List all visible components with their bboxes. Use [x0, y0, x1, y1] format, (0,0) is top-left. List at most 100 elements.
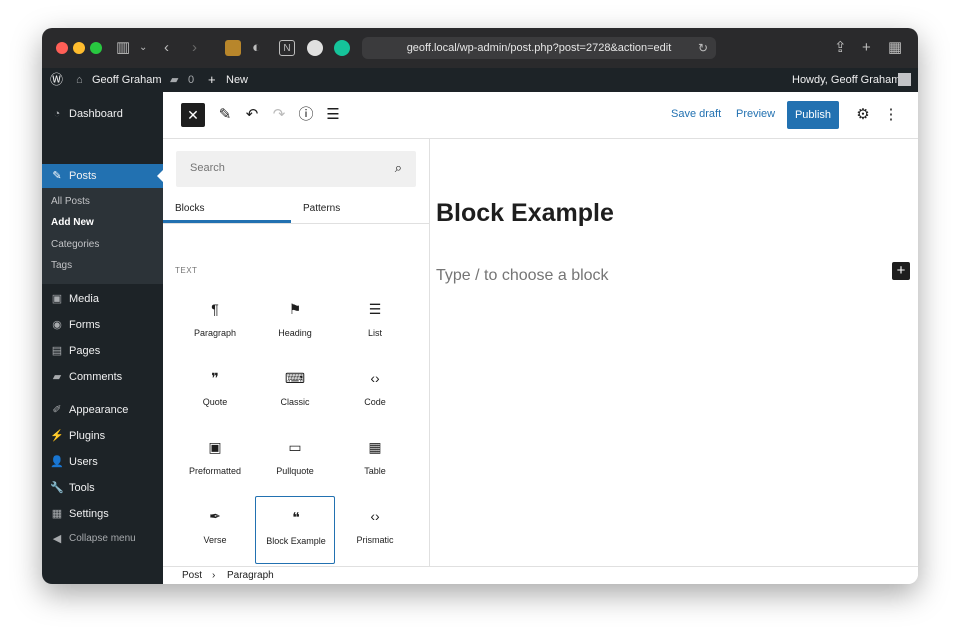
block-table[interactable]: ▦ Table [335, 427, 415, 495]
sidebar-item-dashboard[interactable]: ◔ Dashboard [42, 104, 163, 124]
publish-button[interactable]: Publish [787, 101, 839, 129]
block-pullquote[interactable]: ▭ Pullquote [255, 427, 335, 495]
sidebar-item-tools[interactable]: 🔧 Tools [42, 478, 163, 498]
sidebar-item-plugins[interactable]: ⚡ Plugins [42, 426, 163, 446]
add-block-button[interactable]: + [892, 262, 910, 280]
redo-icon[interactable]: ↷ [269, 104, 289, 126]
plug-icon: ⚡ [50, 430, 64, 442]
submenu-all-posts[interactable]: All Posts [51, 196, 90, 207]
block-prismatic[interactable]: ‹› Prismatic [335, 496, 415, 564]
sidebar-item-comments[interactable]: ▰ Comments [42, 367, 163, 387]
forward-icon[interactable]: › [192, 39, 197, 57]
tab-patterns[interactable]: Patterns [303, 194, 340, 224]
pages-icon: ▤ [51, 345, 63, 357]
extension-icon[interactable] [225, 40, 241, 56]
new-tab-icon[interactable]: + [862, 39, 871, 57]
submenu-tags[interactable]: Tags [51, 260, 72, 271]
comment-icon[interactable]: ▰ [170, 68, 178, 92]
block-list[interactable]: ☰ List [335, 289, 415, 357]
reader-icon[interactable]: ◐ [252, 39, 261, 57]
home-icon[interactable]: ⌂ [76, 68, 83, 92]
posts-submenu: All Posts Add New Categories Tags [42, 188, 163, 284]
search-icon[interactable]: ⌕ [395, 160, 402, 176]
undo-icon[interactable]: ↶ [242, 104, 262, 126]
media-icon: ▣ [51, 293, 63, 305]
submenu-categories[interactable]: Categories [51, 239, 99, 250]
block-code[interactable]: ‹› Code [335, 358, 415, 426]
extension-2-icon[interactable] [307, 40, 323, 56]
share-icon[interactable]: ⇪ [834, 39, 847, 57]
grammarly-icon[interactable] [334, 40, 350, 56]
sidebar-item-label: Tools [69, 482, 95, 494]
sidebar-item-settings[interactable]: ▦ Settings [42, 504, 163, 524]
sidebar-item-users[interactable]: 👤 Users [42, 452, 163, 472]
editor-toolbar: ✕ ✎ ↶ ↷ ⓘ ☰ Save draft Preview Publish ⚙… [163, 92, 918, 139]
howdy-account-link[interactable]: Howdy, Geoff Graham [792, 68, 900, 92]
block-label: Code [364, 397, 386, 407]
sidebar-item-media[interactable]: ▣ Media [42, 289, 163, 309]
block-label: Table [364, 466, 386, 476]
user-icon: 👤 [50, 456, 64, 468]
close-inserter-button[interactable]: ✕ [181, 103, 205, 127]
avatar[interactable] [898, 73, 911, 86]
preview-button[interactable]: Preview [736, 108, 775, 120]
sidebar-toggle-icon[interactable]: ▥ [116, 39, 130, 57]
back-icon[interactable]: ‹ [164, 39, 169, 57]
block-label: Prismatic [356, 535, 394, 545]
site-name-link[interactable]: Geoff Graham [92, 68, 162, 92]
post-title[interactable]: Block Example [436, 199, 614, 228]
block-heading[interactable]: ⚑ Heading [255, 289, 335, 357]
block-placeholder[interactable]: Type / to choose a block [436, 267, 609, 285]
block-block-example[interactable]: ❝ Block Example [255, 496, 335, 564]
block-verse[interactable]: ✒ Verse [175, 496, 255, 564]
comments-count[interactable]: 0 [188, 68, 194, 92]
breadcrumb-post[interactable]: Post [182, 570, 202, 581]
address-bar[interactable]: geoff.local/wp-admin/post.php?post=2728&… [362, 37, 716, 59]
notion-icon[interactable]: N [279, 40, 295, 56]
collapse-menu-button[interactable]: ◀ Collapse menu [42, 529, 163, 549]
block-label: Classic [280, 397, 310, 407]
category-heading: TEXT [175, 266, 198, 275]
gear-icon[interactable]: ⚙ [853, 104, 873, 126]
edit-pencil-icon[interactable]: ✎ [215, 104, 235, 126]
browser-window: ▥ ⌄ ‹ › ◐ N geoff.local/wp-admin/post.ph… [42, 28, 918, 584]
sidebar-item-label: Media [69, 293, 99, 305]
close-window-button[interactable] [56, 42, 68, 54]
brush-icon: ✐ [52, 404, 62, 416]
reload-icon[interactable]: ↻ [698, 37, 708, 59]
paragraph-icon: ¶ [211, 301, 219, 317]
list-icon: ☰ [368, 301, 382, 317]
block-search-input[interactable] [188, 161, 382, 175]
sidebar-item-label: Comments [69, 371, 123, 383]
wordpress-logo-icon[interactable]: Ⓦ [50, 68, 63, 92]
editor-canvas: Block Example Type / to choose a block + [430, 139, 918, 566]
pin-icon: ✎ [52, 170, 62, 182]
tab-overview-icon[interactable]: ▦ [888, 39, 902, 57]
info-icon[interactable]: ⓘ [296, 104, 316, 126]
collapse-icon: ◀ [52, 533, 62, 545]
chevron-down-icon[interactable]: ⌄ [139, 39, 147, 57]
plus-icon[interactable]: + [208, 68, 216, 92]
sidebar-item-pages[interactable]: ▤ Pages [42, 341, 163, 361]
block-paragraph[interactable]: ¶ Paragraph [175, 289, 255, 357]
keyboard-icon: ⌨ [284, 370, 306, 386]
save-draft-button[interactable]: Save draft [671, 108, 721, 120]
block-quote[interactable]: ❞ Quote [175, 358, 255, 426]
new-content-link[interactable]: New [226, 68, 248, 92]
block-classic[interactable]: ⌨ Classic [255, 358, 335, 426]
list-view-icon[interactable]: ☰ [323, 104, 343, 126]
forms-icon: ◉ [52, 319, 62, 331]
sidebar-item-posts[interactable]: ✎ Posts [42, 164, 163, 188]
minimize-window-button[interactable] [73, 42, 85, 54]
wrench-icon: 🔧 [50, 482, 64, 494]
sidebar-item-forms[interactable]: ◉ Forms [42, 315, 163, 335]
submenu-add-new[interactable]: Add New [51, 217, 94, 228]
sidebar-item-label: Collapse menu [69, 533, 136, 544]
breadcrumb-paragraph[interactable]: Paragraph [227, 570, 274, 581]
sidebar-item-appearance[interactable]: ✐ Appearance [42, 400, 163, 420]
preformatted-icon: ▣ [208, 439, 222, 455]
block-preformatted[interactable]: ▣ Preformatted [175, 427, 255, 495]
more-options-icon[interactable]: ⋮ [881, 104, 901, 126]
zoom-window-button[interactable] [90, 42, 102, 54]
sidebar-item-label: Forms [69, 319, 101, 331]
